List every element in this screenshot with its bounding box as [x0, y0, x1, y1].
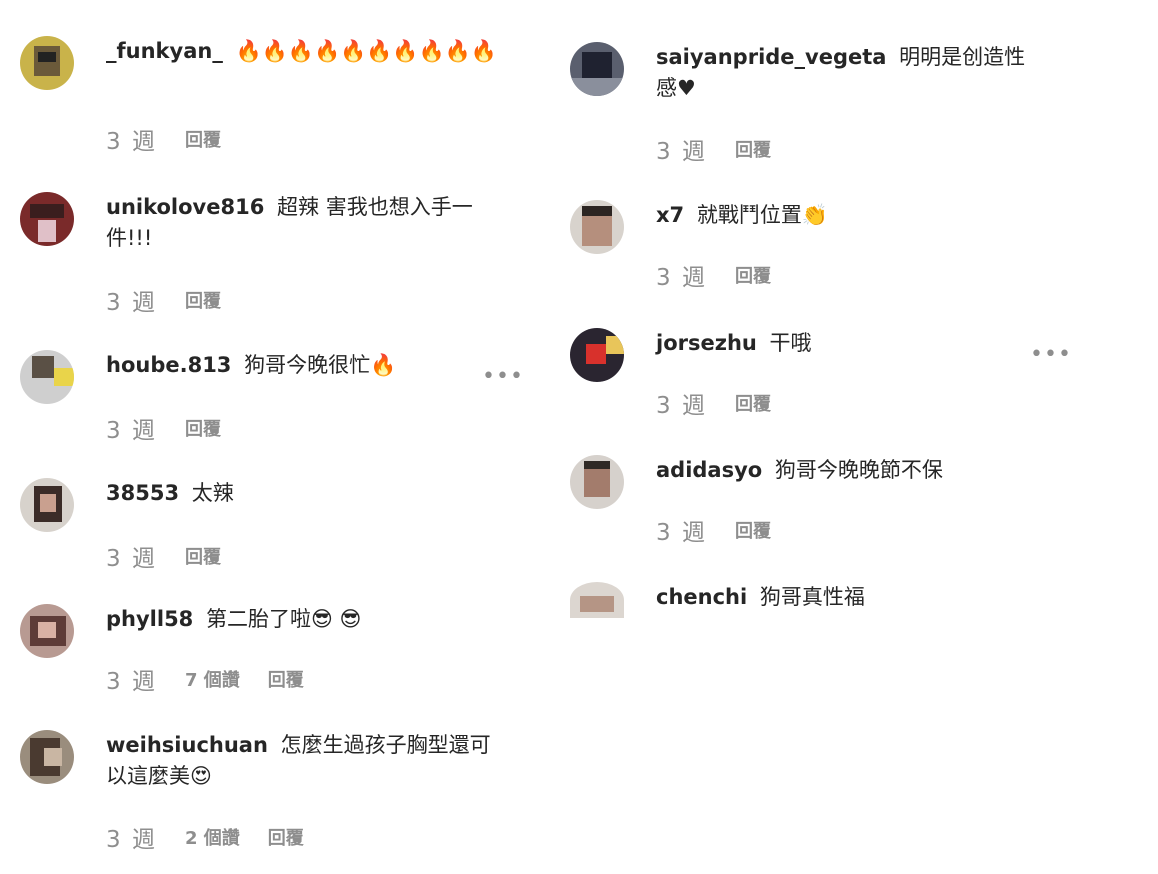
comment-username[interactable]: saiyanpride_vegeta [656, 45, 886, 69]
comment-username[interactable]: _funkyan_ [106, 39, 223, 63]
comment-item: adidasyo 狗哥今晚晚節不保 3 週 回覆 [570, 455, 1100, 555]
more-options-icon[interactable]: ••• [1030, 342, 1072, 367]
comment-username[interactable]: jorsezhu [656, 331, 757, 355]
comment-item: 38553 太辣 3 週 回覆 [20, 478, 520, 578]
comment-meta: 3 週 回覆 [656, 258, 799, 292]
comment-time[interactable]: 3 週 [656, 132, 707, 166]
avatar[interactable] [20, 730, 74, 784]
avatar[interactable] [20, 192, 74, 246]
comment-time[interactable]: 3 週 [106, 122, 157, 156]
comment-body: adidasyo 狗哥今晚晚節不保 [656, 455, 1051, 486]
comment-username[interactable]: 38553 [106, 481, 179, 505]
comment-meta: 3 週 回覆 [656, 386, 799, 420]
comment-time[interactable]: 3 週 [106, 411, 157, 445]
comment-meta: 3 週 7 個讚 回覆 [106, 662, 332, 696]
avatar[interactable] [570, 455, 624, 509]
comment-username[interactable]: weihsiuchuan [106, 733, 268, 757]
comment-meta: 3 週 回覆 [656, 513, 799, 547]
comment-time[interactable]: 3 週 [656, 258, 707, 292]
comment-meta: 3 週 回覆 [106, 539, 249, 573]
comment-body: x7 就戰鬥位置👏 [656, 200, 1051, 231]
reply-button[interactable]: 回覆 [735, 262, 771, 288]
comment-body: jorsezhu 干哦 [656, 328, 1051, 359]
reply-button[interactable]: 回覆 [185, 415, 221, 441]
comment-body: phyll58 第二胎了啦😎 😎 [106, 604, 501, 635]
comment-time[interactable]: 3 週 [106, 539, 157, 573]
comment-username[interactable]: x7 [656, 203, 684, 227]
comment-text: 狗哥今晚很忙🔥 [244, 353, 397, 377]
comment-username[interactable]: hoube.813 [106, 353, 231, 377]
comment-text: 狗哥今晚晚節不保 [774, 458, 943, 482]
comment-item: saiyanpride_vegeta 明明是创造性感♥ 3 週 回覆 [570, 42, 1100, 165]
comment-body: hoube.813 狗哥今晚很忙🔥 [106, 350, 501, 381]
comment-username[interactable]: phyll58 [106, 607, 193, 631]
avatar[interactable] [570, 328, 624, 382]
comment-meta: 3 週 回覆 [106, 411, 249, 445]
comment-item: chenchi 狗哥真性福 [570, 582, 1100, 622]
more-options-icon[interactable]: ••• [482, 364, 524, 389]
comment-meta: 3 週 回覆 [656, 132, 799, 166]
comment-text: 🔥🔥🔥🔥🔥🔥🔥🔥🔥🔥 [235, 39, 497, 63]
comment-body: chenchi 狗哥真性福 [656, 582, 1051, 613]
comment-time[interactable]: 3 週 [106, 820, 157, 854]
comment-meta: 3 週 回覆 [106, 122, 249, 156]
comment-body: 38553 太辣 [106, 478, 501, 509]
comment-text: 狗哥真性福 [759, 585, 865, 609]
comment-username[interactable]: unikolove816 [106, 195, 264, 219]
likes-count[interactable]: 7 個讚 [185, 666, 240, 692]
comment-body: _funkyan_ 🔥🔥🔥🔥🔥🔥🔥🔥🔥🔥 [106, 36, 501, 67]
comment-item: jorsezhu 干哦 3 週 回覆 ••• [570, 328, 1100, 428]
reply-button[interactable]: 回覆 [735, 136, 771, 162]
comment-username[interactable]: adidasyo [656, 458, 762, 482]
comment-text: 干哦 [769, 331, 812, 355]
comment-time[interactable]: 3 週 [656, 513, 707, 547]
reply-button[interactable]: 回覆 [735, 390, 771, 416]
comment-item: hoube.813 狗哥今晚很忙🔥 3 週 回覆 ••• [20, 350, 523, 450]
comment-body: unikolove816 超辣 害我也想入手一件!!! [106, 192, 501, 254]
comment-item: weihsiuchuan 怎麼生過孩子胸型還可以這麼美😍 3 週 2 個讚 回覆 [20, 730, 520, 860]
comment-time[interactable]: 3 週 [656, 386, 707, 420]
comment-text: 就戰鬥位置👏 [696, 203, 829, 227]
comment-body: weihsiuchuan 怎麼生過孩子胸型還可以這麼美😍 [106, 730, 501, 792]
avatar[interactable] [20, 478, 74, 532]
avatar[interactable] [20, 604, 74, 658]
comment-item: unikolove816 超辣 害我也想入手一件!!! 3 週 回覆 [20, 192, 520, 316]
avatar[interactable] [570, 200, 624, 254]
comment-text: 太辣 [191, 481, 234, 505]
comment-item: _funkyan_ 🔥🔥🔥🔥🔥🔥🔥🔥🔥🔥 3 週 回覆 [20, 36, 520, 156]
reply-button[interactable]: 回覆 [185, 543, 221, 569]
comment-text: 第二胎了啦😎 😎 [205, 607, 362, 631]
avatar[interactable] [570, 42, 624, 96]
likes-count[interactable]: 2 個讚 [185, 824, 240, 850]
comment-username[interactable]: chenchi [656, 585, 747, 609]
comment-meta: 3 週 回覆 [106, 283, 249, 317]
avatar[interactable] [20, 350, 74, 404]
avatar[interactable] [20, 36, 74, 90]
reply-button[interactable]: 回覆 [268, 666, 304, 692]
reply-button[interactable]: 回覆 [268, 824, 304, 850]
reply-button[interactable]: 回覆 [735, 517, 771, 543]
comment-item: phyll58 第二胎了啦😎 😎 3 週 7 個讚 回覆 [20, 604, 520, 704]
comment-time[interactable]: 3 週 [106, 283, 157, 317]
reply-button[interactable]: 回覆 [185, 287, 221, 313]
comment-time[interactable]: 3 週 [106, 662, 157, 696]
avatar[interactable] [570, 582, 624, 618]
reply-button[interactable]: 回覆 [185, 126, 221, 152]
comment-meta: 3 週 2 個讚 回覆 [106, 820, 332, 854]
comment-body: saiyanpride_vegeta 明明是创造性感♥ [656, 42, 1036, 104]
comment-item: x7 就戰鬥位置👏 3 週 回覆 [570, 200, 1100, 300]
